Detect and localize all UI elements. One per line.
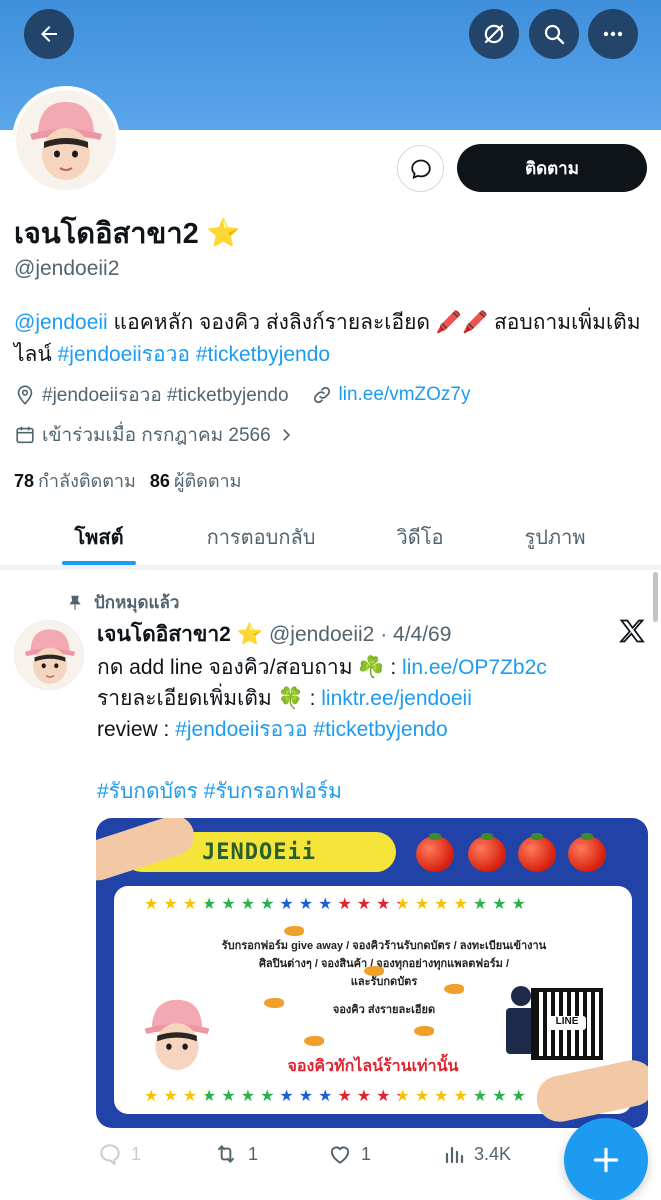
profile-display-name: เจนโดอิสาขา2 ⭐ — [14, 210, 240, 256]
tomato-icon — [568, 833, 606, 872]
tweet-line1-link[interactable]: lin.ee/OP7Zb2c — [402, 656, 547, 679]
following-link[interactable]: 78 กำลังติดตาม — [14, 466, 136, 495]
calendar-icon — [16, 426, 34, 444]
tweet-media-image[interactable]: JENDOEii ★★★★★★★★★★★★★★★★★★★★ รับกรอกฟอร… — [96, 818, 648, 1128]
reply-button[interactable]: 1 — [97, 1138, 141, 1170]
bio-hashtags-link[interactable]: #jendoeiiรอวอ #ticketbyjendo — [58, 343, 330, 366]
chat-bubble-icon — [410, 159, 431, 179]
joined-row[interactable]: เข้าร่วมเมื่อ กรกฎาคม 2566 — [14, 420, 295, 450]
search-button[interactable] — [529, 9, 579, 59]
active-tab-indicator — [62, 561, 136, 565]
tab-replies[interactable]: การตอบกลับ — [180, 508, 342, 566]
like-count: 1 — [361, 1143, 372, 1164]
goldfish-graphic — [444, 984, 464, 994]
profile-avatar[interactable] — [12, 86, 120, 194]
more-icon — [603, 31, 623, 37]
pinned-text: ปักหมุดแล้ว — [94, 593, 180, 612]
retweet-icon — [217, 1145, 235, 1163]
tweet-line1-text: กด add line จองคิว/สอบถาม ☘️ : — [97, 656, 403, 679]
tweet-author-name[interactable]: เจนโดอิสาขา2 — [97, 618, 231, 651]
scrollbar[interactable] — [653, 572, 658, 622]
location-pin-icon — [17, 385, 33, 405]
tweet-handle-date[interactable]: @jendoeii2 · 4/4/69 — [269, 623, 451, 647]
pin-icon — [69, 595, 81, 610]
goldfish-graphic — [284, 926, 304, 936]
goldfish-graphic — [264, 998, 284, 1008]
star-row-text-bottom: ★★★★★★★★★★★★★★★★★★★★ — [144, 1088, 531, 1105]
tomato-icon — [468, 833, 506, 872]
tweet-line3-link[interactable]: #jendoeiiรอวอ #ticketbyjendo — [175, 718, 447, 741]
chevron-right-icon — [282, 429, 290, 441]
qr-line-label: LINE — [548, 1016, 586, 1030]
goldfish-graphic — [304, 1036, 324, 1046]
star-row-text: ★★★★★★★★★★★★★★★★★★★★ — [144, 896, 531, 913]
display-name-text: เจนโดอิสาขา2 — [14, 218, 199, 250]
tab-posts[interactable]: โพสต์ — [40, 508, 158, 566]
tweet-star-emoji: ⭐ — [236, 622, 263, 646]
media-brand-text: JENDOEii — [202, 839, 316, 865]
tweet-line4-link[interactable]: #รับกดบัตร #รับกรอกฟอร์ม — [97, 780, 342, 803]
reply-icon — [100, 1144, 120, 1166]
tomato-icon — [518, 833, 556, 872]
views-count: 3.4K — [474, 1143, 512, 1164]
more-button[interactable] — [588, 9, 638, 59]
goldfish-graphic — [364, 966, 384, 976]
goldfish-graphic — [414, 1026, 434, 1036]
no-notification-icon — [484, 24, 504, 44]
website-link[interactable]: lin.ee/vmZOz7y — [339, 384, 471, 406]
views-button[interactable]: 3.4K — [442, 1138, 511, 1170]
following-count: 78 — [14, 471, 35, 491]
media-line-a: รับกรอกฟอร์ม give away / จองคิวร้านรับกด… — [221, 940, 547, 952]
profile-meta-row: #jendoeiiรอวอ #ticketbyjendo lin.ee/vmZO… — [14, 380, 471, 410]
back-button[interactable] — [24, 9, 74, 59]
search-icon — [544, 24, 565, 45]
media-star-row: ★★★★★★★★★★★★★★★★★★★★ — [144, 894, 634, 916]
follow-counts: 78 กำลังติดตาม 86 ผู้ติดตาม — [14, 466, 242, 495]
mute-notifications-button[interactable] — [469, 9, 519, 59]
following-label: กำลังติดตาม — [38, 471, 136, 491]
tab-videos[interactable]: วิดีโอ — [370, 508, 470, 566]
views-icon — [445, 1146, 464, 1164]
arrow-left-icon — [41, 26, 57, 42]
profile-handle: @jendoeii2 — [14, 257, 120, 280]
profile-bio: @jendoeii แอคหลัก จองคิว ส่งลิงก์รายละเอ… — [14, 307, 644, 371]
tweet-avatar[interactable] — [14, 620, 84, 690]
tomato-icon — [416, 833, 454, 872]
bio-mention-link[interactable]: @jendoeii — [14, 311, 108, 334]
tweet-actions: 1 1 1 3.4K — [97, 1138, 567, 1170]
location-text: #jendoeiiรอวอ #ticketbyjendo — [42, 385, 289, 406]
message-button[interactable] — [397, 145, 444, 192]
tweet-header: เจนโดอิสาขา2 ⭐ @jendoeii2 · 4/4/69 — [97, 618, 451, 651]
followers-label: ผู้ติดตาม — [173, 471, 242, 491]
plus-icon — [593, 1147, 619, 1173]
avatar-image — [16, 90, 116, 190]
link-icon — [313, 386, 330, 404]
hand-graphic — [96, 818, 200, 886]
tweet-text: กด add line จองคิว/สอบถาม ☘️ : lin.ee/OP… — [97, 652, 642, 807]
x-logo-icon — [618, 619, 645, 643]
follow-button[interactable]: ติดตาม — [457, 144, 647, 192]
joined-text: เข้าร่วมเมื่อ กรกฎาคม 2566 — [42, 425, 271, 446]
reply-count: 1 — [131, 1143, 142, 1164]
profile-tabs: โพสต์ การตอบกลับ วิดีโอ รูปภาพ — [0, 508, 661, 566]
like-button[interactable]: 1 — [327, 1138, 371, 1170]
tweet-line2-link[interactable]: linktr.ee/jendoeii — [321, 687, 472, 710]
star-emoji: ⭐ — [206, 218, 241, 248]
tweet-line3-text: review : — [97, 718, 176, 741]
compose-post-button[interactable] — [564, 1118, 648, 1200]
followers-count: 86 — [149, 471, 170, 491]
followers-link[interactable]: 86 ผู้ติดตาม — [150, 466, 242, 495]
pinned-label: ปักหมุดแล้ว — [66, 589, 179, 616]
heart-icon — [330, 1146, 350, 1164]
tab-photos[interactable]: รูปภาพ — [490, 508, 620, 566]
tweet-line2-text: รายละเอียดเพิ่มเติม 🍀 : — [97, 687, 322, 710]
divider — [0, 566, 661, 570]
media-line-b: ศิลปินต่างๆ / จองสินค้า / จองทุกอย่างทุก… — [258, 958, 510, 970]
retweet-button[interactable]: 1 — [212, 1138, 258, 1170]
retweet-count: 1 — [248, 1143, 259, 1164]
